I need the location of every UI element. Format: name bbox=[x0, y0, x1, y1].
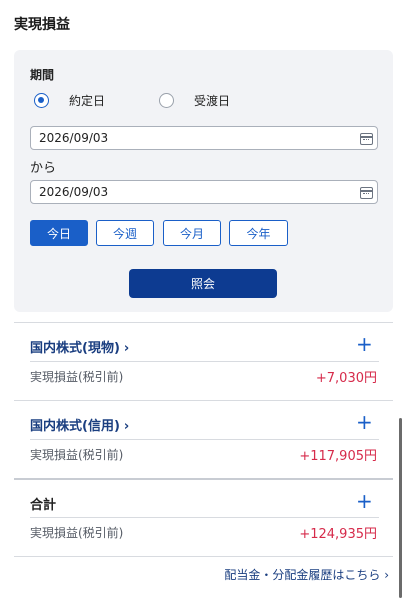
this-year-button[interactable]: 今年 bbox=[229, 220, 288, 246]
realized-pl-value: +117,905円 bbox=[299, 449, 377, 464]
date-from-input[interactable] bbox=[30, 126, 378, 150]
section-link-domestic-cash[interactable]: 国内株式(現物) › bbox=[30, 337, 129, 356]
radio-label: 約定日 bbox=[69, 94, 106, 108]
row-label: 実現損益(税引前) bbox=[30, 526, 124, 540]
divider bbox=[14, 322, 393, 323]
today-button[interactable]: 今日 bbox=[30, 220, 88, 246]
period-label: 期間 bbox=[30, 68, 55, 82]
plus-icon[interactable]: + bbox=[356, 412, 373, 432]
plus-icon[interactable]: + bbox=[356, 491, 373, 511]
realized-pl-value: +7,030円 bbox=[315, 371, 377, 386]
plus-icon[interactable]: + bbox=[356, 334, 373, 354]
row-label: 実現損益(税引前) bbox=[30, 448, 124, 462]
page-title: 実現損益 bbox=[14, 17, 70, 33]
radio-contract-date[interactable]: 約定日 bbox=[34, 92, 105, 109]
date-to-input[interactable] bbox=[30, 180, 378, 204]
radio-delivery-date[interactable]: 受渡日 bbox=[159, 92, 230, 109]
total-title: 合計 bbox=[30, 498, 57, 513]
chevron-right-icon: › bbox=[123, 341, 130, 356]
divider bbox=[30, 517, 379, 518]
query-button[interactable]: 照会 bbox=[129, 269, 277, 298]
total-realized-pl-value: +124,935円 bbox=[299, 527, 377, 542]
radio-label: 受渡日 bbox=[194, 94, 231, 108]
divider bbox=[14, 400, 393, 401]
divider bbox=[14, 478, 393, 480]
divider bbox=[30, 361, 379, 362]
section-title: 国内株式(現物) bbox=[30, 341, 120, 356]
calendar-icon[interactable] bbox=[360, 187, 373, 199]
divider bbox=[30, 439, 379, 440]
section-link-domestic-margin[interactable]: 国内株式(信用) › bbox=[30, 415, 129, 434]
this-week-button[interactable]: 今週 bbox=[96, 220, 154, 246]
filter-panel: 期間 約定日 受渡日 から 今日 今週 今月 今年 照会 bbox=[14, 50, 393, 312]
radio-button-icon[interactable] bbox=[159, 93, 174, 108]
range-separator-label: から bbox=[30, 161, 57, 176]
scrollbar[interactable] bbox=[399, 418, 402, 598]
calendar-icon[interactable] bbox=[360, 133, 373, 145]
section-title: 国内株式(信用) bbox=[30, 419, 120, 434]
this-month-button[interactable]: 今月 bbox=[163, 220, 221, 246]
dividend-history-link[interactable]: 配当金・分配金履歴はこちら › bbox=[224, 566, 389, 583]
chevron-right-icon: › bbox=[123, 419, 130, 434]
radio-button-icon[interactable] bbox=[34, 93, 49, 108]
row-label: 実現損益(税引前) bbox=[30, 370, 124, 384]
divider bbox=[14, 556, 393, 557]
